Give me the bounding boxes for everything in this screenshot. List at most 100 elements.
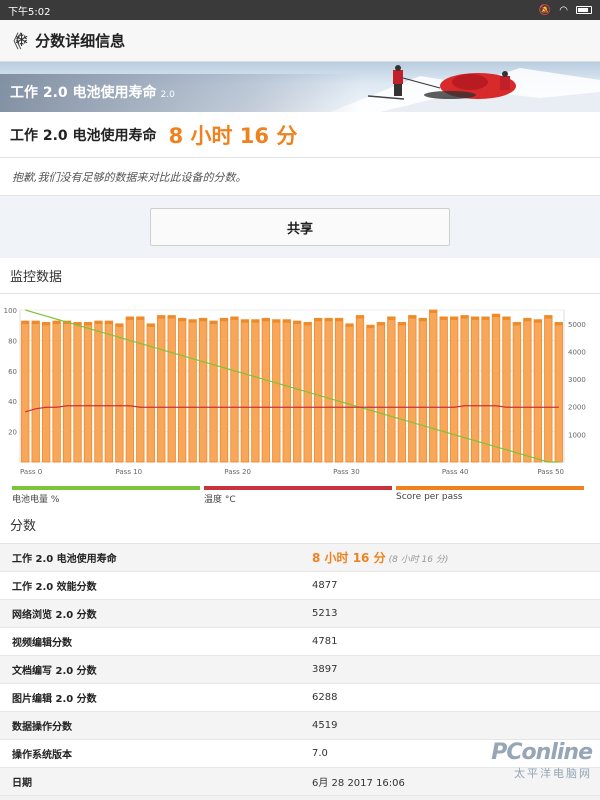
wifi-icon: ◠ — [559, 4, 568, 16]
score-bar-cap — [136, 316, 145, 320]
score-row: 视频编辑分数 4781 — [0, 628, 600, 656]
back-chevron-icon[interactable]: 《 — [4, 28, 22, 54]
snowflake-icon[interactable]: ❄ — [14, 30, 29, 51]
score-key: 网络浏览 2.0 分数 — [12, 610, 97, 621]
score-bar — [449, 316, 459, 463]
score-bar — [167, 315, 176, 463]
score-value: 4781 — [312, 636, 338, 647]
score-bar-cap — [555, 322, 563, 326]
score-bar-cap — [439, 316, 448, 320]
comparison-note: 抱歉,我们没有足够的数据来对比此设备的分数。 — [0, 158, 600, 196]
score-bar-cap — [356, 315, 364, 319]
score-key: 数据操作分数 — [12, 722, 72, 733]
score-key: 视频编辑分数 — [12, 638, 72, 649]
right-tick-label: 4000 — [568, 348, 586, 356]
score-bar — [219, 317, 229, 463]
score-value: 6288 — [312, 692, 338, 703]
score-bar-cap — [42, 322, 50, 326]
score-bar-cap — [377, 322, 385, 326]
score-bar-cap — [335, 318, 343, 322]
left-tick-label: 100 — [4, 307, 17, 315]
score-bar-cap — [534, 319, 542, 323]
score-value: 4877 — [312, 580, 338, 591]
score-bar-cap — [450, 316, 458, 320]
score-bar — [62, 320, 72, 463]
share-button[interactable]: 共享 — [150, 208, 450, 246]
status-bar: 下午5:02 🔕 ◠ — [0, 0, 600, 20]
right-tick-label: 1000 — [568, 431, 586, 439]
score-bar — [491, 313, 501, 463]
score-bar-cap — [188, 319, 197, 323]
left-tick-label: 80 — [8, 337, 17, 345]
score-bar — [502, 316, 511, 463]
score-bar-cap — [471, 316, 479, 320]
score-row: 文档编写 2.0 分数 3897 — [0, 656, 600, 684]
score-key: 工作 2.0 效能分数 — [12, 582, 97, 593]
score-bar — [313, 317, 323, 463]
score-bar — [209, 320, 218, 463]
score-key: 工作 2.0 电池使用寿命 — [12, 554, 117, 565]
score-bar-cap — [502, 316, 511, 320]
score-bar — [41, 322, 51, 463]
x-tick-label: Pass 40 — [442, 468, 469, 476]
score-bar — [83, 322, 93, 463]
score-bar-cap — [314, 318, 322, 322]
page-title: 分数详细信息 — [35, 32, 126, 50]
score-bar — [188, 319, 197, 463]
score-bar — [73, 322, 82, 463]
score-bar-cap — [251, 319, 260, 323]
score-bar-cap — [398, 322, 406, 326]
score-bar-cap — [481, 316, 490, 320]
score-bar — [397, 322, 407, 463]
score-bar — [387, 316, 396, 463]
score-key: 文档编写 2.0 分数 — [12, 666, 97, 677]
score-bar — [115, 323, 124, 463]
legend-temperature-swatch — [204, 486, 392, 490]
right-tick-label: 5000 — [568, 321, 586, 329]
score-bar-cap — [94, 321, 103, 325]
result-label: 工作 2.0 电池使用寿命 — [10, 127, 157, 144]
score-bar-cap — [31, 321, 40, 325]
result-summary: 工作 2.0 电池使用寿命 8 小时 16 分 — [0, 112, 600, 158]
score-bar — [240, 319, 250, 463]
score-key: 图片编辑 2.0 分数 — [12, 694, 97, 705]
score-value: 3897 — [312, 664, 338, 675]
score-bar-cap — [105, 321, 113, 325]
left-tick-label: 20 — [8, 429, 17, 437]
left-tick-label: 40 — [8, 398, 17, 406]
score-row: 数据操作分数 4519 — [0, 712, 600, 740]
score-bar — [293, 320, 302, 463]
x-tick-label: Pass 20 — [224, 468, 251, 476]
legend-score: Score per pass — [396, 486, 584, 502]
score-value: 5213 — [312, 608, 338, 619]
score-bar-cap — [366, 325, 375, 329]
score-row: 工作 2.0 效能分数 4877 — [0, 572, 600, 600]
x-tick-label: Pass 50 — [537, 468, 564, 476]
banner-version: 2.0 — [160, 90, 175, 100]
score-bar-cap — [167, 315, 176, 319]
score-bar-cap — [178, 318, 186, 322]
score-bar — [408, 315, 417, 463]
score-bar — [324, 317, 333, 463]
score-bar-cap — [241, 319, 249, 323]
legend-score-swatch — [396, 486, 584, 490]
score-bar — [94, 320, 103, 463]
score-bar — [125, 316, 135, 463]
score-bar — [355, 315, 365, 463]
legend-battery: 电池电量 % — [12, 486, 200, 505]
score-bar-cap — [387, 316, 396, 320]
score-bar-cap — [293, 321, 301, 325]
monitor-chart-panel: 20 40 60 80 100 1000 2000 3000 4000 5000 Pass 0 Pas… — [0, 294, 600, 506]
scores-heading: 分数 — [0, 506, 600, 544]
score-bar-cap — [419, 318, 427, 322]
test-banner: 工作 2.0 电池使用寿命 2.0 — [0, 62, 600, 112]
monitor-heading: 监控数据 — [0, 258, 600, 294]
score-bar-cap — [84, 322, 92, 326]
x-tick-label: Pass 30 — [333, 468, 360, 476]
score-bar-cap — [283, 319, 291, 323]
score-bar — [52, 320, 61, 463]
x-tick-label: Pass 10 — [115, 468, 142, 476]
score-bar — [282, 319, 291, 463]
status-icons: 🔕 ◠ — [539, 5, 592, 16]
score-bar-cap — [157, 315, 165, 319]
